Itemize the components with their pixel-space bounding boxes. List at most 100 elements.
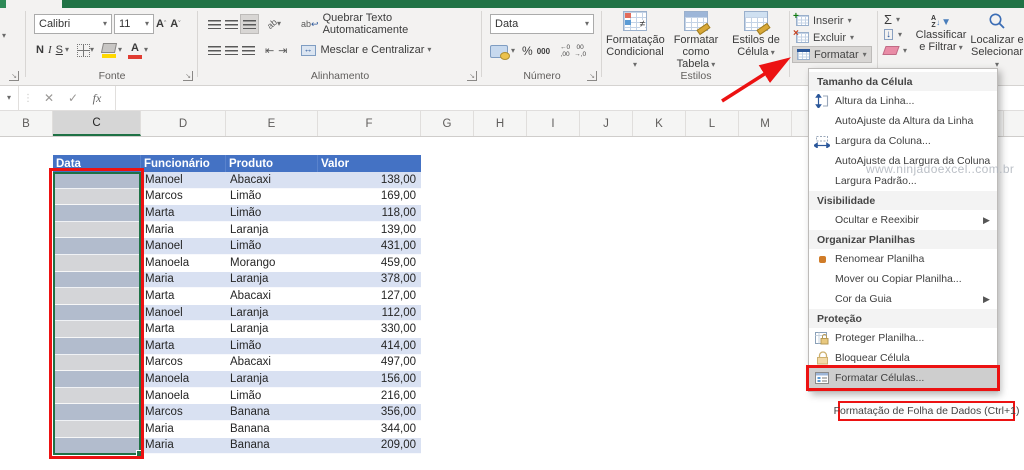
conditional-formatting-button[interactable]: ≠ Formatação Condicional ▾ <box>606 11 665 73</box>
borders-button[interactable]: ▾ <box>75 40 96 60</box>
cell-funcionario[interactable]: Manoel <box>141 172 226 189</box>
menu-item-autofit-column-width[interactable]: AutoAjuste da Largura da Coluna <box>809 151 997 171</box>
menu-item-default-width[interactable]: Largura Padrão... <box>809 171 997 191</box>
accounting-format-button[interactable]: ▾ <box>488 41 517 61</box>
cell-valor[interactable]: 356,00 <box>318 404 421 421</box>
table-header-produto[interactable]: Produto <box>226 155 318 172</box>
column-header-H[interactable]: H <box>474 111 527 136</box>
cell-valor[interactable]: 216,00 <box>318 388 421 405</box>
cell-produto[interactable]: Abacaxi <box>226 172 318 189</box>
clear-button[interactable] <box>882 46 900 55</box>
cell-funcionario[interactable]: Maria <box>141 421 226 438</box>
insert-button[interactable]: Inserir▾ <box>792 11 876 29</box>
find-select-button[interactable]: Localizar e Selecionar ▾ <box>970 11 1024 70</box>
align-top-button[interactable] <box>206 14 223 34</box>
name-box[interactable]: ▾ <box>0 85 19 111</box>
cell-valor[interactable]: 139,00 <box>318 222 421 239</box>
cell-valor[interactable]: 169,00 <box>318 189 421 206</box>
italic-button[interactable]: I <box>46 40 54 60</box>
menu-item-tab-color[interactable]: Cor da Guia ▶ <box>809 289 997 309</box>
cell-produto[interactable]: Abacaxi <box>226 355 318 372</box>
cell-funcionario[interactable]: Maria <box>141 438 226 455</box>
cell-valor[interactable]: 118,00 <box>318 205 421 222</box>
cell-produto[interactable]: Banana <box>226 421 318 438</box>
column-header-C[interactable]: C <box>53 111 141 136</box>
align-middle-button[interactable] <box>223 14 240 34</box>
alignment-dialog-launcher-icon[interactable] <box>467 71 477 81</box>
cell-funcionario[interactable]: Marcos <box>141 404 226 421</box>
autosum-button[interactable]: Σ <box>884 12 892 27</box>
cell-produto[interactable]: Laranja <box>226 371 318 388</box>
align-center-button[interactable] <box>223 40 240 60</box>
comma-style-button[interactable]: 000 <box>535 41 552 61</box>
cell-funcionario[interactable]: Manoela <box>141 255 226 272</box>
cell-valor[interactable]: 459,00 <box>318 255 421 272</box>
percent-style-button[interactable]: % <box>520 41 535 61</box>
sort-filter-button[interactable]: A Z ↓ ▼ Classificar e Filtrar ▾ <box>914 11 968 53</box>
cell-valor[interactable]: 112,00 <box>318 305 421 322</box>
column-header-J[interactable]: J <box>580 111 633 136</box>
fill-button[interactable]: ↓ <box>884 29 893 40</box>
menu-item-format-cells[interactable]: Formatar Células... <box>809 368 997 388</box>
cell-produto[interactable]: Limão <box>226 338 318 355</box>
cell-funcionario[interactable]: Maria <box>141 222 226 239</box>
decrease-indent-button[interactable] <box>263 40 276 60</box>
cell-produto[interactable]: Laranja <box>226 222 318 239</box>
cell-funcionario[interactable]: Marcos <box>141 355 226 372</box>
cell-funcionario[interactable]: Marta <box>141 321 226 338</box>
cell-produto[interactable]: Limão <box>226 388 318 405</box>
cell-valor[interactable]: 127,00 <box>318 288 421 305</box>
cell-produto[interactable]: Laranja <box>226 272 318 289</box>
cell-valor[interactable]: 431,00 <box>318 238 421 255</box>
enter-button[interactable]: ✓ <box>61 91 85 105</box>
menu-item-lock-cell[interactable]: Bloquear Célula <box>809 348 997 368</box>
cell-produto[interactable]: Banana <box>226 438 318 455</box>
merge-center-button[interactable]: Mesclar e Centralizar▾ <box>299 40 433 60</box>
column-header-K[interactable]: K <box>633 111 686 136</box>
menu-item-move-copy-sheet[interactable]: Mover ou Copiar Planilha... <box>809 269 997 289</box>
cell-produto[interactable]: Abacaxi <box>226 288 318 305</box>
cell-produto[interactable]: Morango <box>226 255 318 272</box>
insert-function-button[interactable]: fx <box>85 91 109 106</box>
wrap-text-button[interactable]: Quebrar Texto Automaticamente <box>299 12 480 36</box>
cell-funcionario[interactable]: Marta <box>141 338 226 355</box>
cell-funcionario[interactable]: Manoela <box>141 388 226 405</box>
underline-button[interactable]: S <box>54 40 65 60</box>
increase-indent-button[interactable] <box>276 40 289 60</box>
number-dialog-launcher-icon[interactable] <box>587 71 597 81</box>
column-header-L[interactable]: L <box>686 111 739 136</box>
increase-decimal-button[interactable]: ←0 ,00 <box>558 41 572 61</box>
clipboard-dialog-launcher-icon[interactable] <box>9 71 19 81</box>
delete-button[interactable]: Excluir▾ <box>792 28 876 46</box>
format-button[interactable]: Formatar ▾ <box>792 46 872 63</box>
cell-produto[interactable]: Laranja <box>226 321 318 338</box>
column-header-F[interactable]: F <box>318 111 421 136</box>
cell-valor[interactable]: 330,00 <box>318 321 421 338</box>
decrease-font-size-button[interactable]: ˇ <box>168 14 182 34</box>
chevron-down-icon[interactable]: ▾ <box>65 46 69 54</box>
cell-funcionario[interactable]: Marta <box>141 205 226 222</box>
column-header-B[interactable]: B <box>0 111 53 136</box>
cell-valor[interactable]: 156,00 <box>318 371 421 388</box>
fill-color-button[interactable] <box>100 40 118 60</box>
cell-valor[interactable]: 378,00 <box>318 272 421 289</box>
cell-funcionario[interactable]: Marcos <box>141 189 226 206</box>
cell-valor[interactable]: 497,00 <box>318 355 421 372</box>
increase-font-size-button[interactable]: ˆ <box>154 14 168 34</box>
cell-funcionario[interactable]: Marta <box>141 288 226 305</box>
cell-styles-button[interactable]: Estilos de Célula ▾ <box>728 11 784 73</box>
cell-produto[interactable]: Limão <box>226 238 318 255</box>
format-as-table-button[interactable]: Formatar como Tabela ▾ <box>666 11 726 73</box>
cell-funcionario[interactable]: Manoela <box>141 371 226 388</box>
menu-item-protect-sheet[interactable]: Proteger Planilha... <box>809 328 997 348</box>
align-bottom-button[interactable] <box>240 14 259 34</box>
column-header-M[interactable]: M <box>739 111 792 136</box>
cell-valor[interactable]: 209,00 <box>318 438 421 455</box>
cell-produto[interactable]: Limão <box>226 189 318 206</box>
font-size-combobox[interactable]: 11 ▾ <box>114 14 154 34</box>
align-left-button[interactable] <box>206 40 223 60</box>
menu-item-column-width[interactable]: Largura da Coluna... <box>809 131 997 151</box>
cancel-button[interactable]: ✕ <box>37 91 61 105</box>
decrease-decimal-button[interactable]: 00 →,0 <box>572 41 588 61</box>
column-header-I[interactable]: I <box>527 111 580 136</box>
